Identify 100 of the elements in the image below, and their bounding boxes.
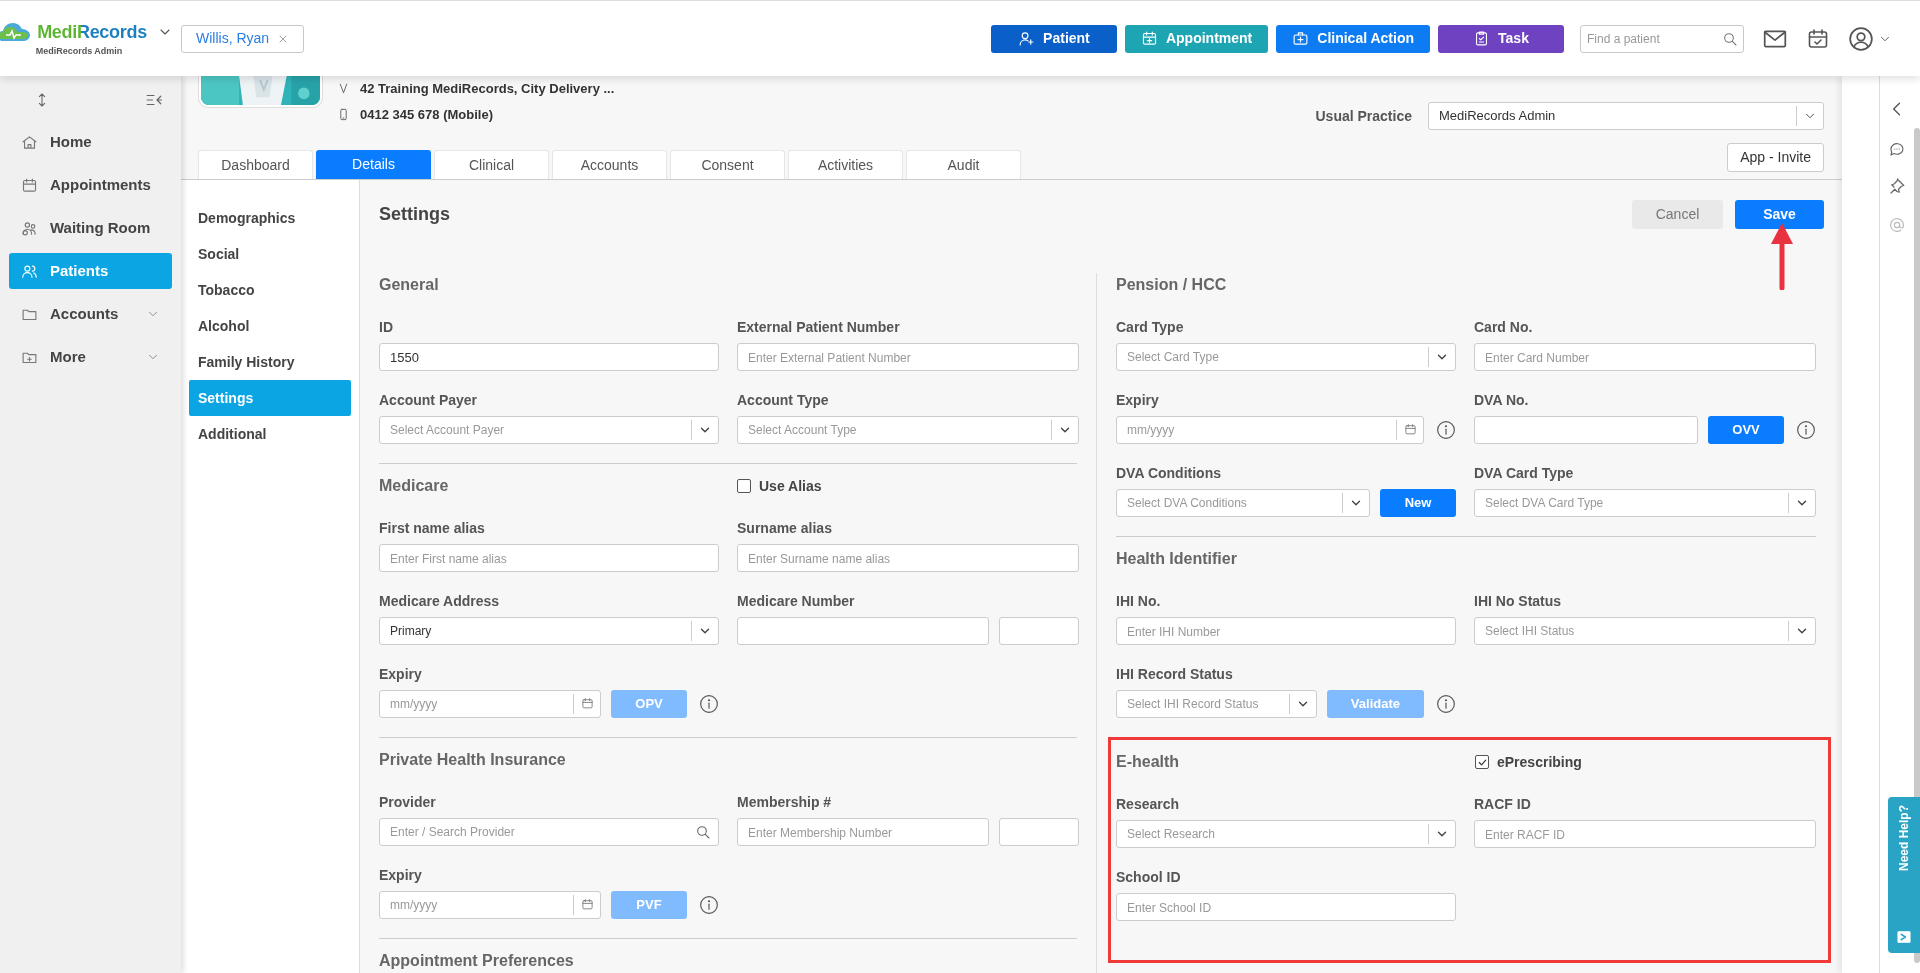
- text-field[interactable]: Enter Card Number: [1474, 343, 1816, 371]
- section-heading: Private Health Insurance: [379, 750, 567, 770]
- calendar-icon: [21, 176, 38, 194]
- tab[interactable]: Audit: [906, 150, 1021, 179]
- tab[interactable]: Activities: [788, 150, 903, 179]
- text-field[interactable]: Enter IHI Number: [1116, 617, 1456, 645]
- subnav-item[interactable]: Alcohol: [189, 308, 351, 344]
- section-heading: Medicare: [379, 476, 450, 496]
- calendar-icon[interactable]: [581, 697, 594, 710]
- patient-address: 42 Training MediRecords, City Delivery ...: [360, 80, 615, 98]
- annotation-arrow: [1769, 222, 1795, 290]
- patient-phone: 0412 345 678 (Mobile): [360, 105, 493, 124]
- subnav-item[interactable]: Demographics: [189, 200, 351, 236]
- date-field[interactable]: mm/yyyy: [1116, 416, 1424, 444]
- text-field[interactable]: [1474, 416, 1698, 444]
- info-icon[interactable]: [699, 694, 719, 714]
- field-label: Card Type: [1116, 318, 1185, 337]
- field-label: IHI No.: [1116, 592, 1162, 611]
- field-label: Usual Practice: [1315, 106, 1412, 126]
- field-label: First name alias: [379, 519, 486, 538]
- field-label: Account Type: [737, 391, 830, 410]
- tab[interactable]: Clinical: [434, 150, 549, 179]
- checkbox[interactable]: [737, 479, 751, 493]
- date-field[interactable]: mm/yyyy: [379, 690, 601, 718]
- info-icon[interactable]: [1796, 420, 1816, 440]
- text-field[interactable]: Enter School ID: [1116, 893, 1456, 921]
- field-label: DVA Card Type: [1474, 464, 1575, 483]
- invite-button[interactable]: App - Invite: [1727, 143, 1824, 172]
- text-field[interactable]: Enter Membership Number: [737, 818, 989, 846]
- field-label: ID: [379, 318, 394, 337]
- field-label: Research: [1116, 795, 1181, 814]
- search-icon[interactable]: [1722, 30, 1738, 47]
- panel-title: Settings: [379, 203, 450, 226]
- home-icon: [21, 133, 38, 151]
- field-label: Expiry: [379, 665, 423, 684]
- text-field[interactable]: Enter External Patient Number: [737, 343, 1079, 371]
- sidebar-item[interactable]: Accounts: [9, 296, 172, 332]
- field-label: School ID: [1116, 868, 1182, 887]
- field-label: IHI Record Status: [1116, 665, 1234, 684]
- subnav-item[interactable]: Tobacco: [189, 272, 351, 308]
- field-label: Surname alias: [737, 519, 833, 538]
- info-icon[interactable]: [1436, 694, 1456, 714]
- search-field[interactable]: Find a patient: [1580, 24, 1744, 53]
- tab[interactable]: Accounts: [552, 150, 667, 179]
- field-label: Membership #: [737, 793, 833, 812]
- search-field[interactable]: Enter / Search Provider: [379, 818, 719, 846]
- subnav-item[interactable]: Family History: [189, 344, 351, 380]
- section-heading: Appointment Preferences: [379, 951, 575, 971]
- subnav-item[interactable]: Additional: [189, 416, 351, 452]
- section-heading: Pension / HCC: [1116, 275, 1228, 295]
- action-button[interactable]: OVV: [1708, 416, 1784, 444]
- action-button[interactable]: New: [1380, 489, 1456, 517]
- field-label: Expiry: [379, 866, 423, 885]
- search-icon[interactable]: [695, 824, 711, 840]
- select-field[interactable]: MediRecords Admin: [1428, 102, 1824, 130]
- user-icon[interactable]: [1848, 25, 1874, 52]
- tab[interactable]: Details: [316, 150, 431, 179]
- header-button[interactable]: Task: [1438, 24, 1564, 53]
- text-field[interactable]: [737, 617, 989, 645]
- text-field[interactable]: Enter First name alias: [379, 544, 719, 572]
- pin-icon[interactable]: [1888, 178, 1906, 196]
- text-field[interactable]: Enter RACF ID: [1474, 820, 1816, 848]
- field-label: Card No.: [1474, 318, 1534, 337]
- chat-icon[interactable]: [1888, 140, 1906, 158]
- sidebar-item[interactable]: More: [9, 339, 172, 375]
- field-label: Medicare Address: [379, 592, 501, 611]
- patient-tab[interactable]: Willis, Ryan: [181, 24, 305, 53]
- save-button[interactable]: Save: [1735, 200, 1824, 229]
- header-button[interactable]: Clinical Action: [1276, 24, 1430, 53]
- field-label: DVA No.: [1474, 391, 1530, 410]
- field-label: DVA Conditions: [1116, 464, 1222, 483]
- calendar-icon[interactable]: [1404, 423, 1417, 436]
- subnav-item[interactable]: Social: [189, 236, 351, 272]
- checkbox-label: ePrescribing: [1497, 752, 1582, 772]
- text-field[interactable]: 1550: [379, 343, 719, 371]
- checkbox-label: Use Alias: [759, 476, 822, 496]
- tab[interactable]: Consent: [670, 150, 785, 179]
- sidebar-item[interactable]: Home: [9, 124, 172, 160]
- checkbox[interactable]: [1475, 755, 1489, 769]
- calendar-plus-icon: [1140, 30, 1158, 47]
- field-label: Expiry: [1116, 391, 1160, 410]
- cancel-button[interactable]: Cancel: [1632, 200, 1723, 229]
- info-icon[interactable]: [699, 895, 719, 915]
- header-button[interactable]: Patient: [990, 24, 1117, 53]
- sidebar-item[interactable]: Appointments: [9, 167, 172, 203]
- calendar-check-icon[interactable]: [1806, 26, 1830, 51]
- brand-subtitle: MediRecords Admin: [35, 44, 123, 58]
- people-icon: [21, 219, 38, 237]
- select-field[interactable]: Primary: [379, 617, 719, 645]
- text-field[interactable]: [999, 617, 1079, 645]
- tab[interactable]: Dashboard: [198, 150, 313, 179]
- date-field[interactable]: mm/yyyy: [379, 891, 601, 919]
- text-field[interactable]: Enter Surname name alias: [737, 544, 1079, 572]
- field-label: RACF ID: [1474, 795, 1532, 814]
- sidebar-item[interactable]: Waiting Room: [9, 210, 172, 246]
- calendar-icon[interactable]: [581, 898, 594, 911]
- person-plus-icon: [1018, 30, 1036, 47]
- text-field[interactable]: [999, 818, 1079, 846]
- info-icon[interactable]: [1436, 420, 1456, 440]
- section-heading: E-health: [1116, 752, 1181, 772]
